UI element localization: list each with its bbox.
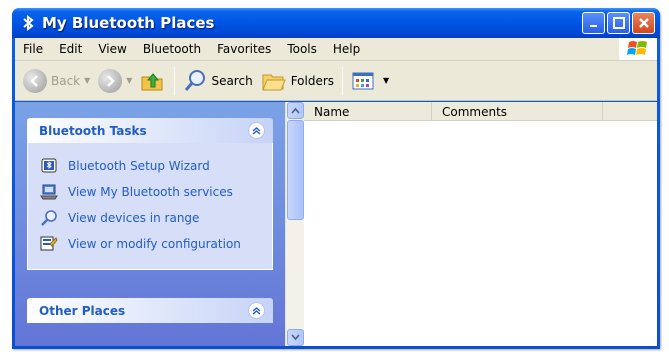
other-places-header[interactable]: Other Places (27, 298, 273, 323)
column-header-filler (603, 102, 657, 121)
back-label: Back (51, 73, 81, 88)
task-view-bluetooth-services[interactable]: View My Bluetooth services (40, 179, 262, 205)
views-button[interactable]: ▼ (347, 65, 393, 97)
task-pane: Bluetooth Tasks Bluetooth Setup Wizard V… (15, 102, 285, 346)
views-dropdown-icon[interactable]: ▼ (383, 76, 389, 85)
task-view-modify-configuration[interactable]: View or modify configuration (40, 231, 262, 257)
window-title: My Bluetooth Places (42, 14, 215, 32)
menu-edit[interactable]: Edit (51, 42, 90, 56)
group-title: Bluetooth Tasks (39, 123, 147, 138)
minimize-button[interactable] (582, 12, 605, 34)
window-controls (582, 12, 655, 34)
scroll-thumb[interactable] (287, 120, 304, 220)
task-label: View or modify configuration (68, 237, 241, 251)
maximize-icon (612, 17, 625, 29)
task-bluetooth-setup-wizard[interactable]: Bluetooth Setup Wizard (40, 153, 262, 179)
search-label: Search (211, 73, 253, 88)
task-label: View My Bluetooth services (68, 185, 233, 199)
maximize-button[interactable] (607, 12, 630, 34)
column-header-comments[interactable]: Comments (432, 102, 603, 121)
menu-bar: File Edit View Bluetooth Favorites Tools… (15, 38, 657, 61)
collapse-icon[interactable] (248, 122, 265, 139)
content-area: Bluetooth Tasks Bluetooth Setup Wizard V… (15, 102, 657, 346)
search-icon (40, 209, 58, 227)
bluetooth-wizard-icon (40, 157, 58, 175)
back-arrow-icon (23, 68, 47, 93)
search-icon (185, 69, 206, 91)
folders-label: Folders (290, 73, 335, 88)
task-label: View devices in range (68, 211, 200, 225)
menu-file[interactable]: File (15, 42, 51, 56)
explorer-window: My Bluetooth Places File Edit View Bluet… (12, 8, 660, 349)
up-folder-icon (141, 72, 163, 90)
computer-icon (40, 183, 58, 201)
back-button[interactable]: Back ▼ (19, 65, 94, 97)
bluetooth-tasks-body: Bluetooth Setup Wizard View My Bluetooth… (27, 143, 273, 270)
back-dropdown-icon[interactable]: ▼ (84, 76, 90, 85)
configuration-icon (40, 235, 58, 253)
forward-dropdown-icon[interactable]: ▼ (126, 76, 132, 85)
collapse-icon[interactable] (248, 302, 265, 319)
bluetooth-tasks-header[interactable]: Bluetooth Tasks (27, 118, 273, 143)
other-places-group: Other Places (27, 298, 273, 323)
title-bar[interactable]: My Bluetooth Places (12, 8, 660, 38)
search-button[interactable]: Search (179, 65, 256, 97)
forward-arrow-icon (98, 68, 123, 93)
menu-tools[interactable]: Tools (279, 42, 325, 56)
menu-help[interactable]: Help (325, 42, 368, 56)
chevron-up-icon (291, 107, 300, 114)
column-header-name[interactable]: Name (304, 102, 432, 121)
windows-logo-icon (619, 38, 657, 60)
scroll-up-button[interactable] (287, 102, 304, 119)
menu-favorites[interactable]: Favorites (209, 42, 279, 56)
close-button[interactable] (632, 12, 655, 34)
task-view-devices-in-range[interactable]: View devices in range (40, 205, 262, 231)
group-title: Other Places (39, 303, 126, 318)
chevron-down-icon (291, 334, 300, 341)
up-folder-button[interactable] (136, 65, 170, 97)
folders-icon (261, 74, 286, 90)
toolbar: Back ▼ ▼ Search Folders ▼ (15, 61, 657, 101)
bluetooth-icon (20, 15, 36, 31)
scroll-down-button[interactable] (287, 329, 304, 346)
toolbar-separator (174, 66, 176, 95)
task-pane-scrollbar[interactable] (285, 102, 304, 346)
views-icon (352, 72, 374, 89)
menu-view[interactable]: View (90, 42, 134, 56)
forward-button[interactable]: ▼ (94, 65, 136, 97)
window-frame: My Bluetooth Places File Edit View Bluet… (12, 8, 660, 349)
folders-button[interactable]: Folders (257, 65, 338, 97)
toolbar-separator (342, 66, 344, 95)
list-header: Name Comments (304, 102, 657, 121)
menu-bluetooth[interactable]: Bluetooth (135, 42, 209, 56)
close-icon (638, 18, 649, 28)
bluetooth-tasks-group: Bluetooth Tasks Bluetooth Setup Wizard V… (27, 118, 273, 270)
file-list[interactable]: Name Comments (304, 102, 657, 346)
task-label: Bluetooth Setup Wizard (68, 159, 210, 173)
minimize-icon (589, 25, 597, 27)
